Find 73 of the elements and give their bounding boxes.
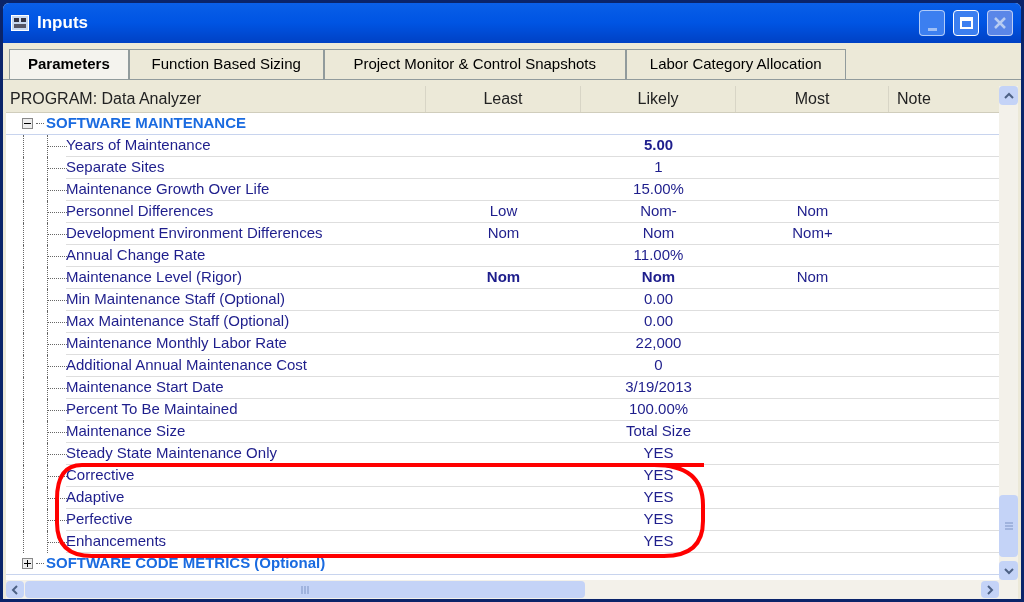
parameter-label[interactable]: Enhancements bbox=[66, 530, 167, 553]
column-header[interactable]: Least bbox=[483, 87, 523, 111]
maximize-button[interactable] bbox=[953, 10, 979, 36]
column-header[interactable]: PROGRAM: Data Analyzer bbox=[10, 87, 202, 111]
least-value: Nom bbox=[486, 267, 521, 288]
likely-value: 22,000 bbox=[635, 333, 682, 354]
least-value: Low bbox=[489, 201, 518, 222]
column-header[interactable]: Note bbox=[897, 87, 931, 111]
tab[interactable]: Labor Category Allocation bbox=[625, 49, 846, 79]
likely-value: 5.00 bbox=[643, 135, 674, 156]
likely-value: Total Size bbox=[625, 421, 691, 442]
parameter-label[interactable]: Min Maintenance Staff (Optional) bbox=[66, 288, 285, 311]
parameter-label[interactable]: Steady State Maintenance Only bbox=[66, 442, 277, 465]
tab[interactable]: Function Based Sizing bbox=[128, 49, 324, 79]
likely-value: 1 bbox=[654, 157, 663, 178]
parameter-label[interactable]: Max Maintenance Staff (Optional) bbox=[66, 310, 290, 333]
parameter-label[interactable]: Adaptive bbox=[66, 486, 125, 509]
parameter-label[interactable]: Annual Change Rate bbox=[66, 244, 206, 267]
likely-value: 0.00 bbox=[643, 311, 674, 332]
scroll-up-button[interactable] bbox=[999, 86, 1018, 105]
scroll-right-button[interactable] bbox=[981, 581, 999, 598]
section-title[interactable]: SOFTWARE CODE METRICS (Optional) bbox=[44, 552, 326, 575]
likely-value: 15.00% bbox=[633, 179, 684, 200]
most-value: Nom+ bbox=[792, 223, 833, 244]
parameter-label[interactable]: Corrective bbox=[66, 464, 135, 487]
likely-value: YES bbox=[643, 509, 674, 530]
likely-value: YES bbox=[643, 465, 674, 486]
likely-value: 0.00 bbox=[643, 289, 674, 310]
likely-value: YES bbox=[643, 487, 674, 508]
grip-icon bbox=[1004, 521, 1013, 531]
expand-toggle[interactable] bbox=[21, 558, 33, 569]
likely-value: Nom- bbox=[640, 201, 677, 222]
parameter-label[interactable]: Maintenance Growth Over Life bbox=[66, 178, 270, 201]
tab[interactable]: Parameters bbox=[9, 49, 129, 79]
parameter-label[interactable]: Additional Annual Maintenance Cost bbox=[66, 354, 307, 377]
section-title[interactable]: SOFTWARE MAINTENANCE bbox=[44, 113, 246, 135]
window-title: Inputs bbox=[37, 12, 88, 35]
least-value: Nom bbox=[487, 223, 520, 244]
likely-value: YES bbox=[643, 531, 674, 552]
parameter-label[interactable]: Percent To Be Maintained bbox=[66, 398, 238, 421]
likely-value: 0 bbox=[654, 355, 663, 376]
parameter-label[interactable]: Maintenance Size bbox=[66, 420, 186, 443]
app-icon bbox=[11, 15, 29, 31]
parameter-label[interactable]: Development Environment Differences bbox=[66, 222, 323, 245]
parameter-label[interactable]: Maintenance Level (Rigor) bbox=[66, 266, 242, 289]
most-value: Nom bbox=[796, 201, 829, 222]
parameter-label[interactable]: Personnel Differences bbox=[66, 200, 214, 223]
tab[interactable]: Project Monitor & Control Snapshots bbox=[323, 49, 626, 79]
likely-value: Nom bbox=[641, 267, 676, 288]
parameter-label[interactable]: Separate Sites bbox=[66, 156, 165, 179]
horizontal-scrollbar[interactable] bbox=[6, 580, 999, 599]
parameter-label[interactable]: Maintenance Start Date bbox=[66, 376, 224, 399]
likely-value: 11.00% bbox=[633, 245, 684, 266]
parameter-label[interactable]: Years of Maintenance bbox=[66, 134, 211, 157]
grip-icon bbox=[300, 585, 310, 594]
vertical-scrollbar[interactable] bbox=[999, 86, 1018, 599]
likely-value: Nom bbox=[642, 223, 675, 244]
scroll-left-button[interactable] bbox=[6, 581, 24, 598]
scroll-thumb[interactable] bbox=[25, 581, 585, 598]
most-value: Nom bbox=[796, 267, 829, 288]
collapse-toggle[interactable] bbox=[21, 118, 33, 129]
column-header[interactable]: Likely bbox=[637, 87, 679, 111]
scroll-down-button[interactable] bbox=[999, 561, 1018, 580]
minimize-button[interactable] bbox=[919, 10, 945, 36]
close-button[interactable] bbox=[987, 10, 1013, 36]
close-icon bbox=[993, 16, 1007, 30]
likely-value: YES bbox=[643, 443, 674, 464]
scroll-thumb[interactable] bbox=[999, 495, 1018, 557]
parameter-label[interactable]: Maintenance Monthly Labor Rate bbox=[66, 332, 287, 355]
likely-value: 3/19/2013 bbox=[625, 377, 692, 398]
column-header[interactable]: Most bbox=[794, 87, 830, 111]
parameter-label[interactable]: Perfective bbox=[66, 508, 133, 531]
likely-value: 100.00% bbox=[628, 399, 689, 420]
